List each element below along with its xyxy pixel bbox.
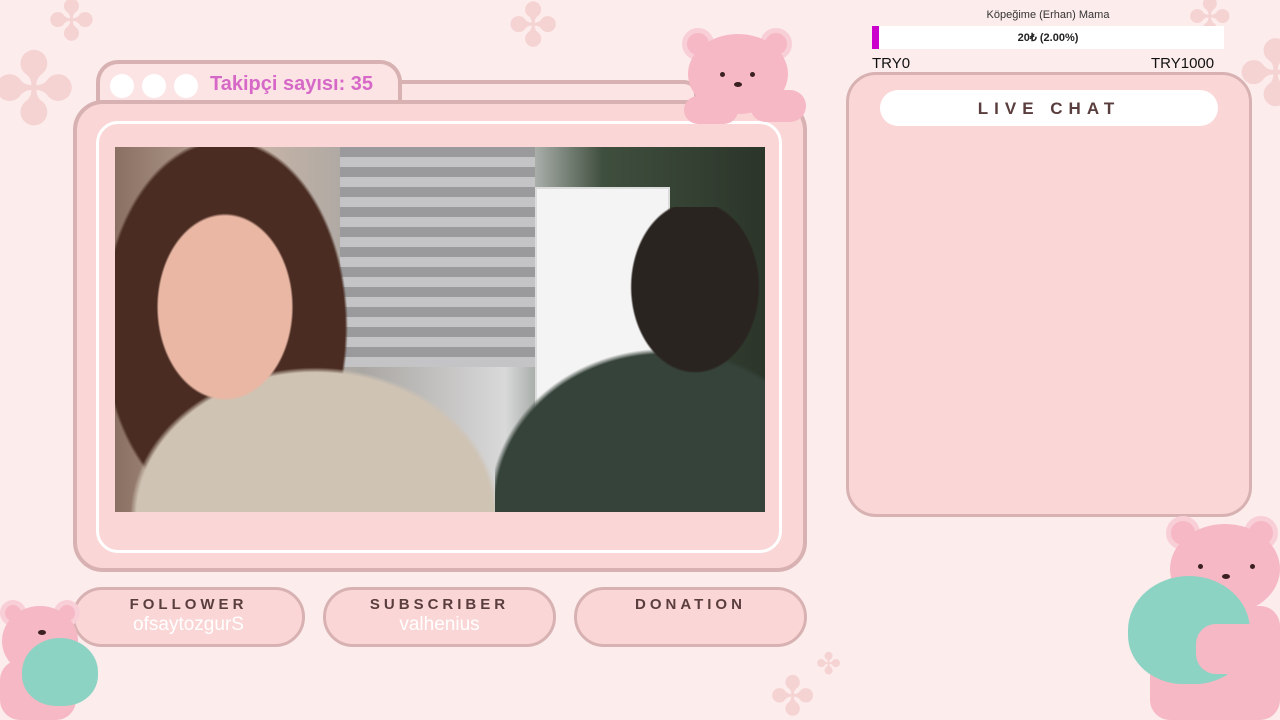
donation-goal-progress-text: 20₺ (2.00%) [1017, 32, 1079, 44]
live-chat-panel [846, 72, 1252, 517]
heart-icon [22, 638, 98, 706]
window-dot-icon [110, 74, 134, 98]
bear-icon [680, 28, 810, 128]
follower-count: Takipçi sayısı: 35 [210, 73, 374, 95]
donation-goal-progress-bar: 20₺ (2.00%) [872, 26, 1224, 49]
clover-icon: ✤ [0, 31, 76, 148]
donation-goal-title: Köpeğime (Erhan) Mama [986, 9, 1110, 21]
video-person-left [115, 147, 535, 512]
donation-label: DONATION [635, 596, 746, 613]
follower-panel: FOLLOWER ofsaytozgurS [72, 587, 305, 647]
donation-goal-min: TRY0 [872, 55, 911, 72]
webcam-video [115, 147, 765, 512]
clover-icon: ✤ [770, 665, 816, 720]
window-dot-icon [142, 74, 166, 98]
donation-panel: DONATION [574, 587, 807, 647]
subscriber-label: SUBSCRIBER [369, 596, 510, 613]
clover-icon: ✤ [508, 0, 559, 61]
latest-subscriber-name: valhenius [399, 614, 480, 635]
follower-label: FOLLOWER [129, 596, 248, 613]
window-dot-icon [174, 74, 198, 98]
bear-icon [1196, 624, 1280, 684]
clover-icon: ✤ [816, 647, 842, 682]
donation-goal-max: TRY1000 [1151, 55, 1215, 72]
subscriber-panel: SUBSCRIBER valhenius [323, 587, 556, 647]
live-chat-header: LIVE CHAT [880, 90, 1218, 126]
live-chat-title: LIVE CHAT [977, 99, 1121, 118]
video-person-right [495, 207, 765, 512]
latest-follower-name: ofsaytozgurS [133, 614, 244, 635]
